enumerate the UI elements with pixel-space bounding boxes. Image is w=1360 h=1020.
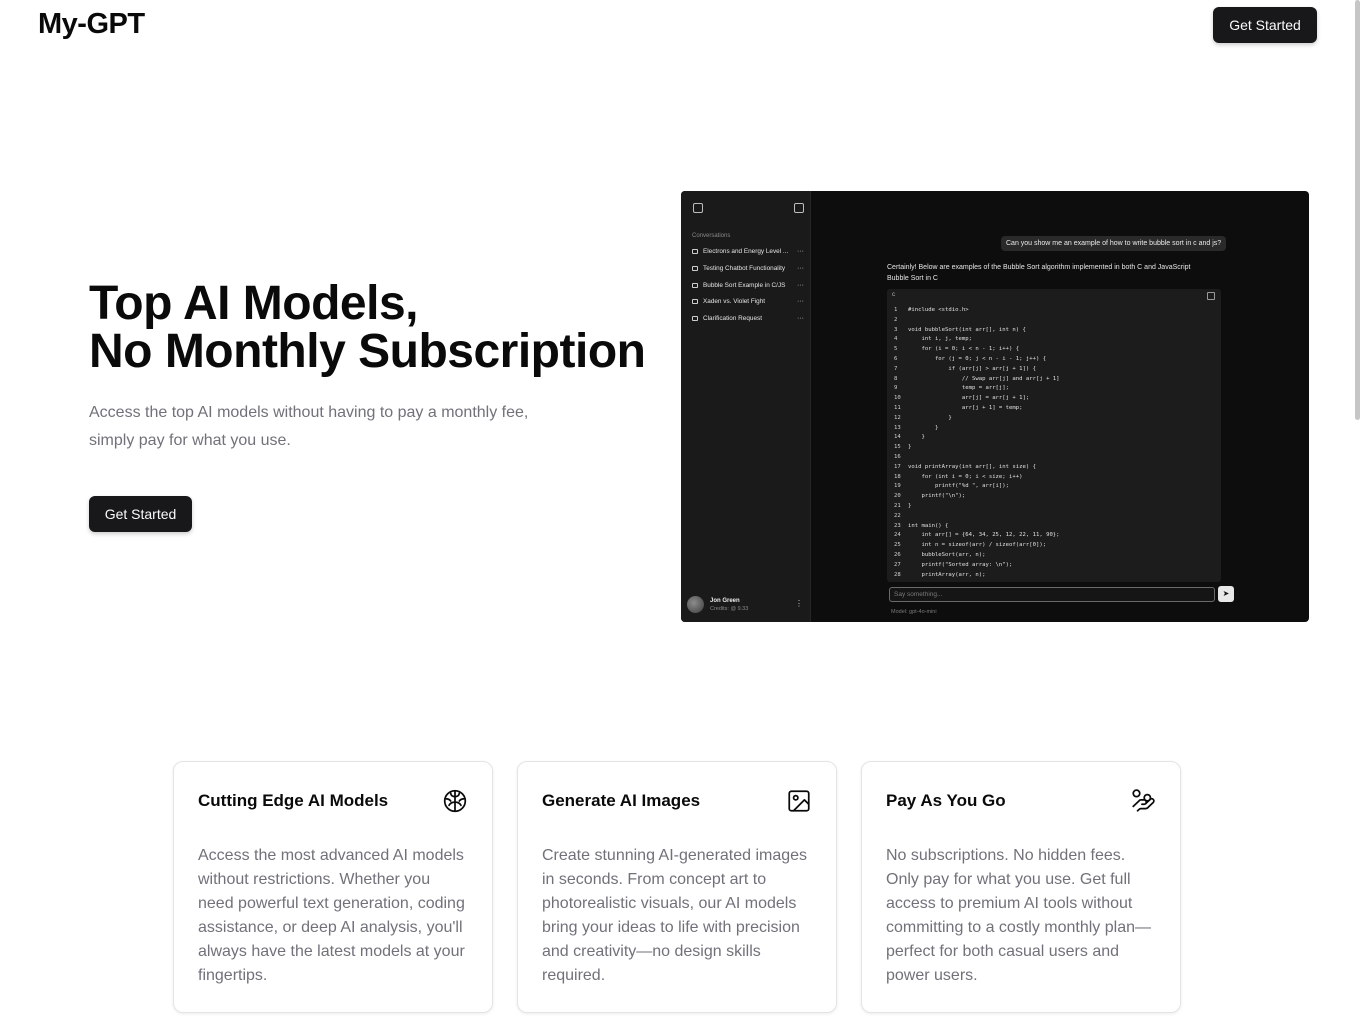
feature-description: Create stunning AI-generated images in s… xyxy=(542,847,808,984)
nav-get-started-button[interactable]: Get Started xyxy=(1213,7,1317,43)
copy-icon xyxy=(1207,292,1215,300)
sidebar-toggle-icon xyxy=(693,203,703,213)
chat-bubble-icon xyxy=(692,315,698,321)
code-line: 3 void bubbleSort(int arr[], int n) { xyxy=(894,326,1026,333)
code-line: 16 xyxy=(894,453,901,460)
code-line: 18 for (int i = 0; i < size; i++) xyxy=(894,473,1023,480)
feature-title: Cutting Edge AI Models xyxy=(198,791,389,810)
hero-subtitle: Access the top AI models without having … xyxy=(89,404,529,449)
brain-icon xyxy=(443,789,467,813)
hero-get-started-button[interactable]: Get Started xyxy=(89,496,192,532)
feature-card-images: Generate AI Images Create stunning AI-ge… xyxy=(517,761,837,1013)
new-chat-icon xyxy=(794,203,804,213)
code-line: 9 temp = arr[j]; xyxy=(894,385,1010,392)
code-line: 14 } xyxy=(894,434,925,441)
conversations-heading: Conversations xyxy=(692,233,731,239)
code-language: c xyxy=(892,292,895,298)
conversation-item: Testing Chatbot Functionality ··· xyxy=(692,262,804,274)
code-line: 23 int main() { xyxy=(894,522,949,529)
code-block: c 1 #include <stdio.h> 2 3 void bubbleSort(i… xyxy=(887,289,1221,582)
code-line: 2 xyxy=(894,316,898,323)
code-line: 5 for (i = 0; i < n - 1; i++) { xyxy=(894,346,1020,353)
preview-sidebar: Conversations Electrons and Energy Level… xyxy=(681,191,811,622)
code-line: 4 int i, j, temp; xyxy=(894,336,972,343)
chat-bubble-icon xyxy=(692,265,698,271)
code-line: 25 int n = sizeof(arr) / sizeof(arr[0]); xyxy=(894,542,1047,549)
code-line: 15} xyxy=(894,444,912,451)
more-icon: ··· xyxy=(797,297,804,305)
hand-coins-icon xyxy=(1132,789,1155,812)
avatar xyxy=(687,596,704,613)
chat-bubble-icon xyxy=(692,298,698,304)
conversation-item: Bubble Sort Example in C/JS ··· xyxy=(692,279,804,291)
feature-description: No subscriptions. No hidden fees. Only p… xyxy=(886,847,1151,984)
code-line: 28 printArray(arr, n); xyxy=(894,571,986,578)
send-icon: ➤ xyxy=(1218,586,1234,602)
preview-chat-input: Say something... xyxy=(889,587,1215,602)
feature-card-models: Cutting Edge AI Models Access the most a… xyxy=(173,761,493,1013)
code-line: 21} xyxy=(894,502,912,509)
chat-bubble-icon xyxy=(692,248,698,254)
code-line: 22 xyxy=(894,512,901,519)
feature-title: Generate AI Images xyxy=(542,791,701,810)
conversation-item: Electrons and Energy Level ... ··· xyxy=(692,245,804,257)
more-icon: ··· xyxy=(797,281,804,289)
code-line: 11 arr[j + 1] = temp; xyxy=(894,404,1023,411)
code-line: 6 for (j = 0; j < n - i - 1; j++) { xyxy=(894,355,1047,362)
user-menu-icon: ⋮ xyxy=(795,599,803,608)
code-line: 24 int arr[] = {64, 34, 25, 12, 22, 11, … xyxy=(894,532,1060,539)
user-credits: Credits: @ 9.33 xyxy=(710,606,749,612)
more-icon: ··· xyxy=(797,314,804,322)
code-line: 10 arr[j] = arr[j + 1]; xyxy=(894,395,1030,402)
user-name: Jon Green xyxy=(710,598,740,604)
model-label: Model: gpt-4o-mini xyxy=(891,609,937,615)
feature-description: Access the most advanced AI models witho… xyxy=(198,847,465,984)
feature-card-pay-as-you-go: Pay As You Go No subscriptions. No hidde… xyxy=(861,761,1181,1013)
hero-title-line-2: No Monthly Subscription xyxy=(89,325,646,378)
more-icon: ··· xyxy=(797,247,804,255)
user-message: Can you show me an example of how to wri… xyxy=(1001,236,1227,251)
hero-title: Top AI Models, No Monthly Subscription xyxy=(89,277,646,378)
code-line: 26 bubbleSort(arr, n); xyxy=(894,551,986,558)
code-line: 13 } xyxy=(894,424,939,431)
assistant-message: Certainly! Below are examples of the Bub… xyxy=(887,262,1191,284)
assistant-line-2: Bubble Sort in C xyxy=(887,275,938,282)
code-line: 8 // Swap arr[j] and arr[j + 1] xyxy=(894,375,1060,382)
conversation-item: Clarification Request ··· xyxy=(692,312,804,324)
code-line: 17 void printArray(int arr[], int size) { xyxy=(894,463,1036,470)
code-line: 19 printf("%d ", arr[i]); xyxy=(894,483,1010,490)
code-line: 12 } xyxy=(894,414,952,421)
code-line: 1 #include <stdio.h> xyxy=(894,307,969,313)
code-line: 7 if (arr[j] > arr[j + 1]) { xyxy=(894,365,1036,372)
chat-bubble-icon xyxy=(692,282,698,288)
code-line: 20 printf("\n"); xyxy=(894,493,966,500)
feature-title: Pay As You Go xyxy=(886,791,1006,810)
code-line: 27 printf("Sorted array: \n"); xyxy=(894,561,1013,568)
preview-user-panel: Jon Green Credits: @ 9.33 ⋮ xyxy=(687,595,807,615)
site-logo[interactable]: My-GPT xyxy=(38,8,145,41)
page-scrollbar[interactable] xyxy=(1355,0,1360,420)
image-icon xyxy=(788,790,810,812)
conversation-item: Xaden vs. Violet Fight ··· xyxy=(692,295,804,307)
hero-title-line-1: Top AI Models, xyxy=(89,277,418,330)
more-icon: ··· xyxy=(797,264,804,272)
app-preview-screenshot: Conversations Electrons and Energy Level… xyxy=(681,191,1309,622)
assistant-line-1: Certainly! Below are examples of the Bub… xyxy=(887,264,1191,271)
code-lines: 1 #include <stdio.h> 2 3 void bubbleSort(int… xyxy=(894,306,1060,580)
